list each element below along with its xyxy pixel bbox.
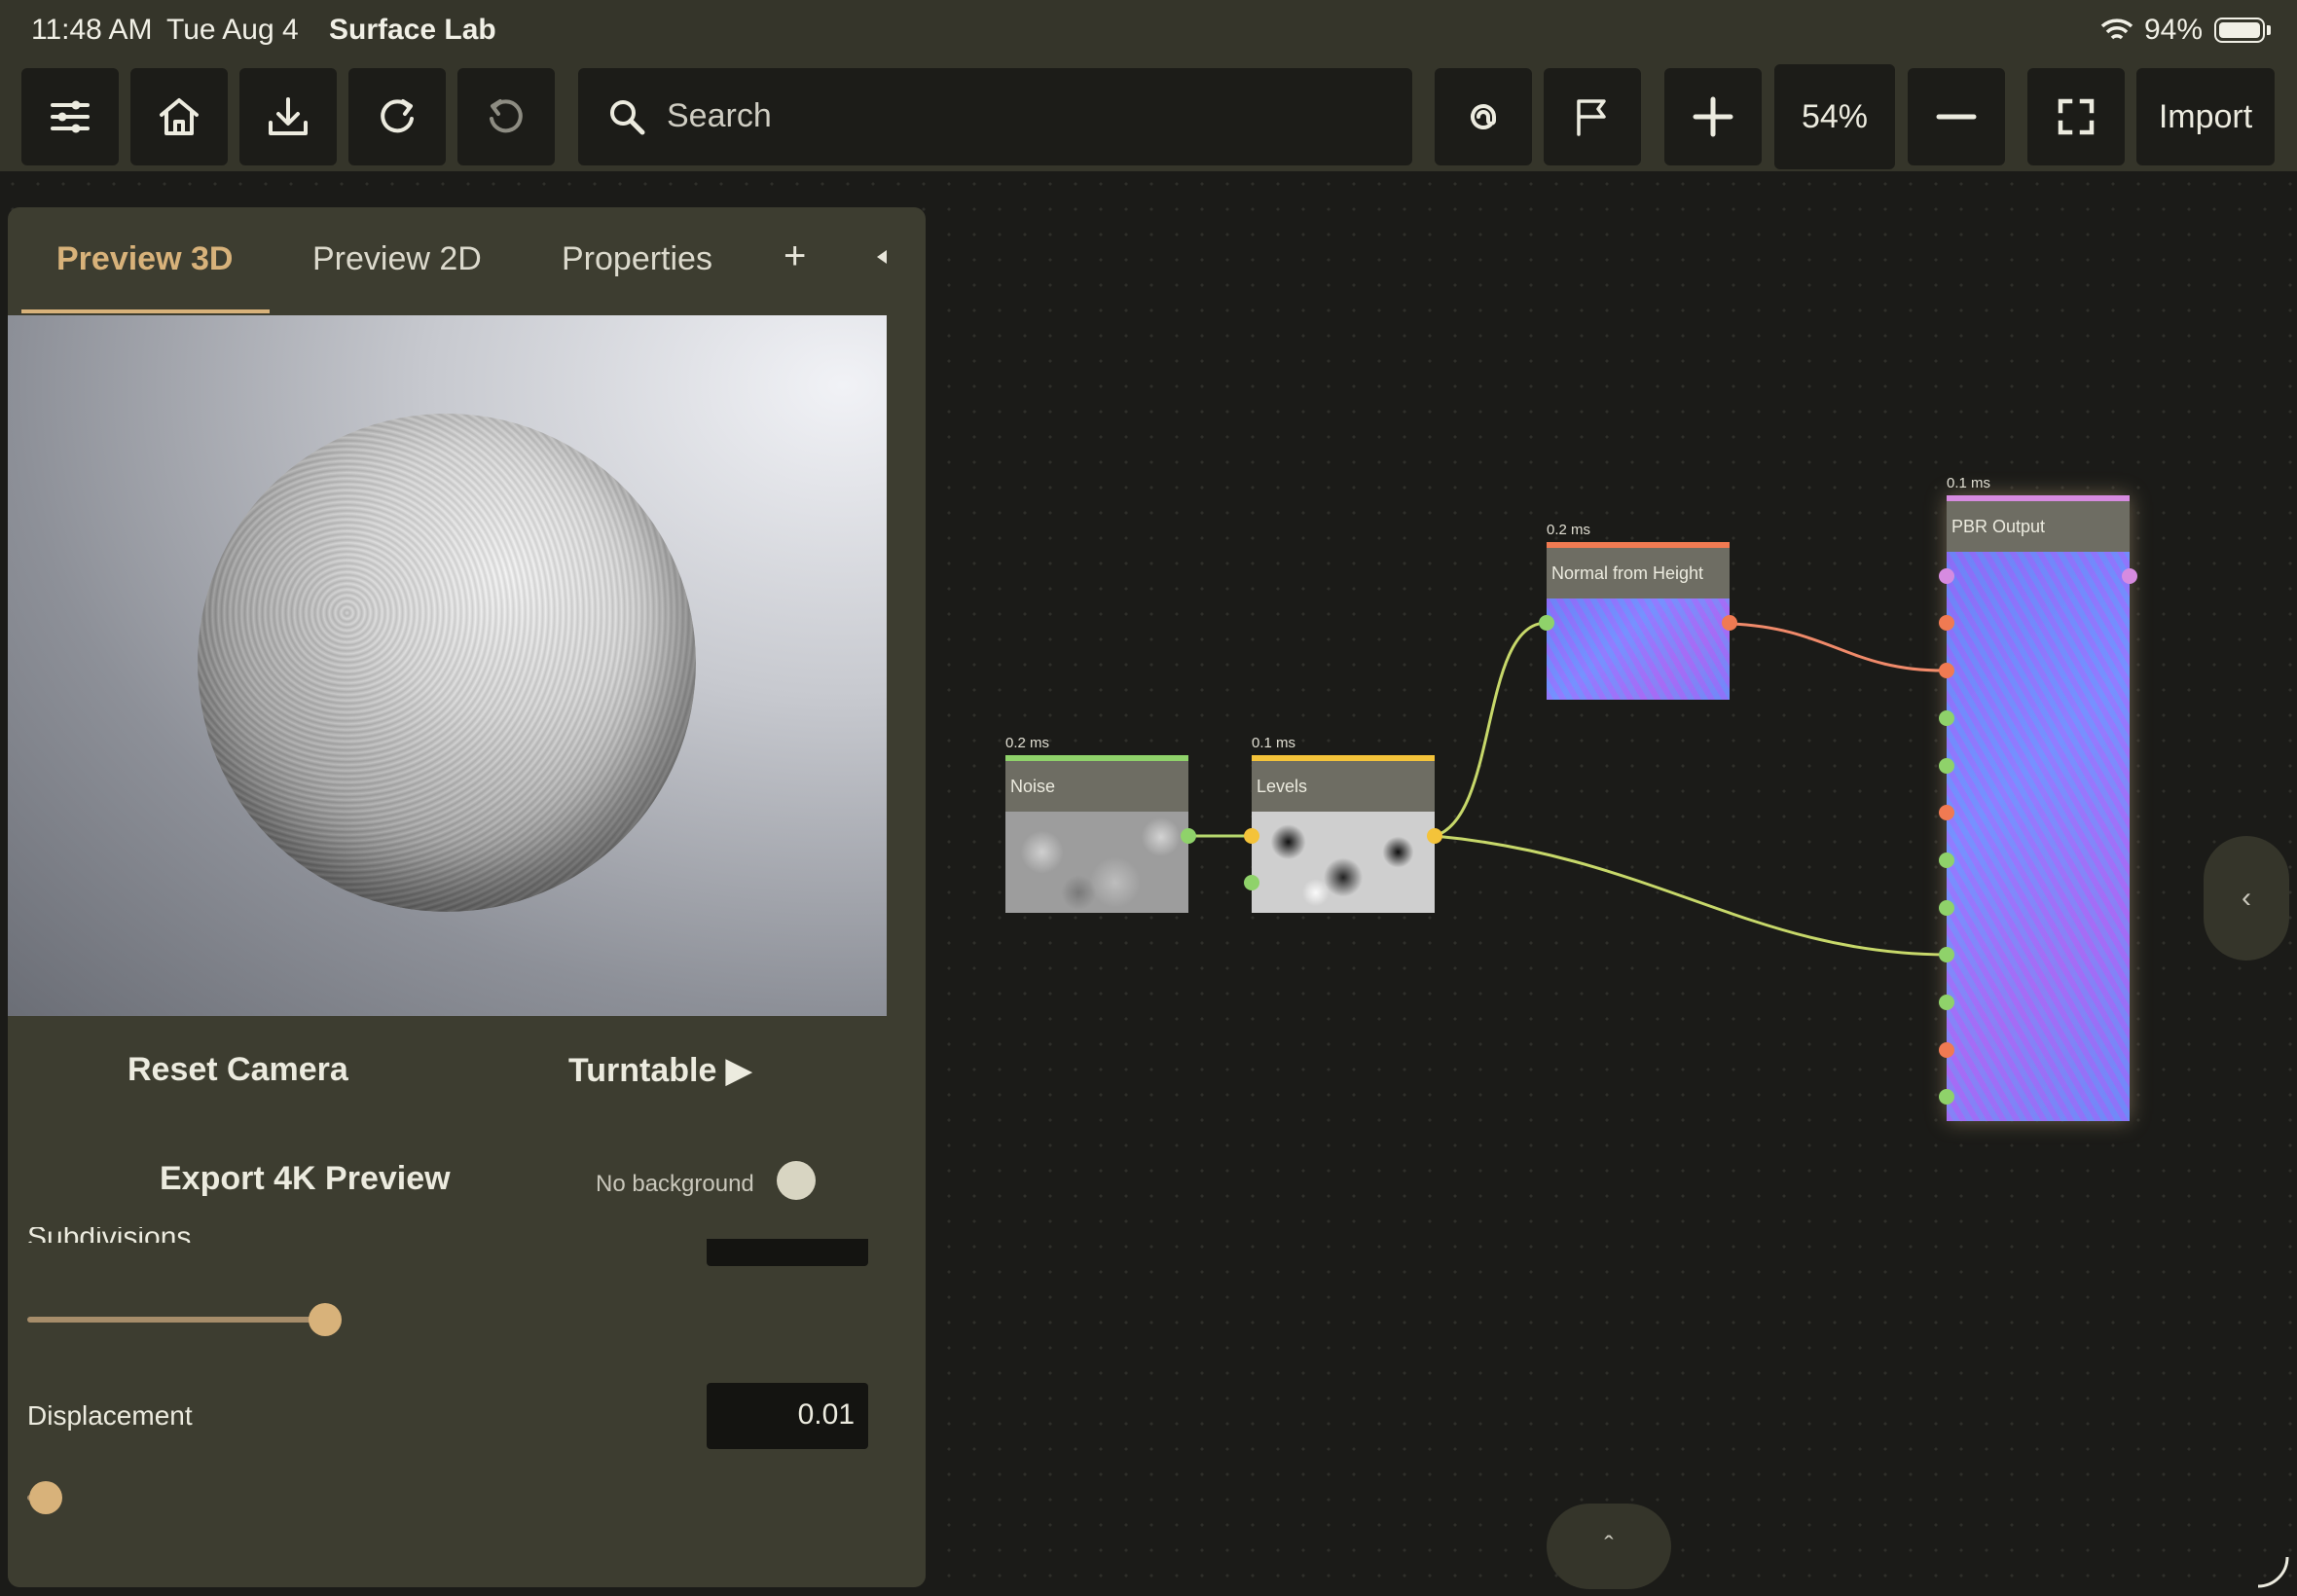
- flag-icon: [1577, 99, 1606, 136]
- input-port[interactable]: [1539, 615, 1554, 631]
- chevron-up-icon: ˆ: [1604, 1531, 1614, 1561]
- displacement-slider-thumb[interactable]: [29, 1481, 62, 1514]
- minus-icon: [1936, 114, 1977, 120]
- chevron-left-icon: ‹: [2242, 882, 2251, 914]
- battery-percent: 94%: [2144, 14, 2204, 46]
- input-port[interactable]: [1244, 875, 1259, 890]
- fullscreen-button[interactable]: [2027, 68, 2125, 165]
- spiral-button[interactable]: [1435, 68, 1532, 165]
- search-icon: [610, 100, 645, 135]
- output-port[interactable]: [1427, 828, 1442, 844]
- status-bar: 11:48 AM Tue Aug 4 Surface Lab 94%: [0, 0, 2297, 62]
- node-noise[interactable]: 0.2 ms Noise: [1005, 735, 1196, 913]
- bottom-drawer-handle[interactable]: ˆ: [1547, 1504, 1671, 1589]
- spiral-icon: [1471, 104, 1496, 129]
- material-preview-sphere: [198, 414, 696, 912]
- home-icon: [160, 98, 199, 135]
- input-port[interactable]: [1939, 900, 1954, 916]
- add-tab-button[interactable]: +: [784, 235, 806, 278]
- toolbar: Search 54% Import: [0, 62, 2297, 171]
- input-port[interactable]: [1939, 852, 1954, 868]
- node-time: 0.2 ms: [1547, 522, 1591, 538]
- input-port[interactable]: [1939, 663, 1954, 678]
- node-preview: [1005, 812, 1188, 913]
- node-title: PBR Output: [1947, 501, 2130, 552]
- tab-preview-3d[interactable]: Preview 3D: [56, 240, 233, 278]
- resize-corner-icon: [2257, 1556, 2289, 1588]
- input-port[interactable]: [1939, 758, 1954, 774]
- status-date: Tue Aug 4: [166, 14, 299, 46]
- zoom-level: 54%: [1774, 64, 1895, 169]
- status-time: 11:48 AM: [31, 14, 153, 46]
- node-title: Levels: [1252, 761, 1435, 812]
- active-tab-indicator: [21, 309, 270, 313]
- search-field[interactable]: Search: [578, 68, 1412, 165]
- input-port[interactable]: [1939, 1042, 1954, 1058]
- node-time: 0.2 ms: [1005, 735, 1050, 751]
- preview-panel: Preview 3D Preview 2D Properties + Reset…: [8, 207, 926, 1587]
- wifi-icon: [2100, 18, 2133, 40]
- search-placeholder: Search: [667, 97, 772, 134]
- import-button[interactable]: Import: [2136, 68, 2275, 165]
- output-port[interactable]: [1181, 828, 1196, 844]
- node-pbr-output[interactable]: 0.1 ms PBR Output: [1939, 475, 2137, 1121]
- node-time: 0.1 ms: [1947, 475, 1991, 491]
- subdivisions-slider-track[interactable]: [27, 1317, 325, 1323]
- no-background-label: No background: [596, 1171, 754, 1197]
- fullscreen-icon: [2058, 98, 2095, 135]
- plus-icon: [1693, 96, 1733, 137]
- subdivisions-slider-thumb[interactable]: [309, 1303, 342, 1336]
- panel-tabs: Preview 3D Preview 2D Properties +: [8, 207, 926, 314]
- app-name: Surface Lab: [329, 14, 496, 46]
- displacement-field[interactable]: 0.01: [707, 1383, 868, 1449]
- export-4k-button[interactable]: Export 4K Preview: [160, 1160, 451, 1198]
- preview-3d-viewport[interactable]: [8, 315, 887, 1016]
- reset-camera-button[interactable]: Reset Camera: [128, 1051, 348, 1089]
- input-port[interactable]: [1939, 568, 1954, 584]
- node-preview: [1252, 812, 1435, 913]
- settings-button[interactable]: [21, 68, 119, 165]
- zoom-out-button[interactable]: [1908, 68, 2005, 165]
- battery-icon: [2214, 18, 2265, 43]
- input-port[interactable]: [1244, 828, 1259, 844]
- redo-button[interactable]: [348, 68, 446, 165]
- download-button[interactable]: [239, 68, 337, 165]
- input-port[interactable]: [1939, 1089, 1954, 1105]
- input-port[interactable]: [1939, 995, 1954, 1010]
- node-time: 0.1 ms: [1252, 735, 1296, 751]
- input-port[interactable]: [1939, 805, 1954, 820]
- collapse-panel-icon[interactable]: [877, 250, 887, 264]
- input-port[interactable]: [1939, 710, 1954, 726]
- home-button[interactable]: [130, 68, 228, 165]
- no-background-toggle[interactable]: [777, 1161, 816, 1200]
- zoom-in-button[interactable]: [1664, 68, 1762, 165]
- node-title: Normal from Height: [1547, 548, 1730, 598]
- right-drawer-handle[interactable]: ‹: [2204, 836, 2289, 961]
- undo-icon: [490, 99, 523, 133]
- displacement-label: Displacement: [27, 1400, 193, 1431]
- node-preview: [1947, 552, 2130, 1121]
- sliders-icon: [51, 100, 90, 133]
- node-title: Noise: [1005, 761, 1188, 812]
- input-port[interactable]: [1939, 615, 1954, 631]
- node-preview: [1547, 598, 1730, 700]
- subdivisions-label: Subdivisions: [27, 1227, 191, 1243]
- node-normal-from-height[interactable]: 0.2 ms Normal from Height: [1539, 522, 1737, 700]
- displacement-value: 0.01: [797, 1398, 855, 1431]
- turntable-button[interactable]: Turntable ▶: [568, 1051, 751, 1090]
- undo-button[interactable]: [457, 68, 555, 165]
- output-port[interactable]: [1722, 615, 1737, 631]
- node-levels[interactable]: 0.1 ms Levels: [1244, 735, 1442, 913]
- tab-properties[interactable]: Properties: [562, 240, 712, 278]
- download-icon: [269, 97, 308, 135]
- output-port[interactable]: [2122, 568, 2137, 584]
- flag-button[interactable]: [1544, 68, 1641, 165]
- tab-preview-2d[interactable]: Preview 2D: [312, 240, 482, 278]
- subdivisions-field[interactable]: [707, 1239, 868, 1266]
- redo-icon: [381, 99, 414, 133]
- input-port[interactable]: [1939, 947, 1954, 962]
